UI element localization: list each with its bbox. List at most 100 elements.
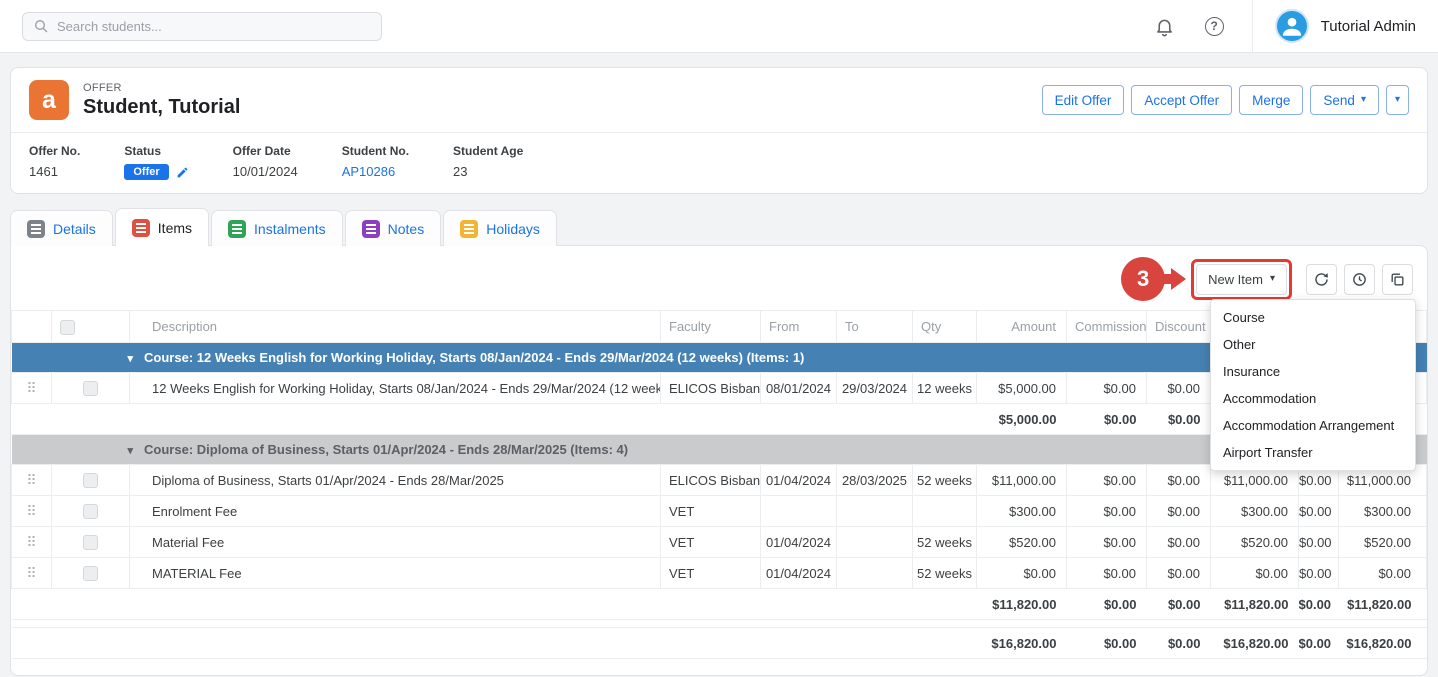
notifications-button[interactable] — [1150, 12, 1179, 41]
subtotal-discount: $0.00 — [1147, 589, 1211, 620]
col-amount: Amount — [977, 311, 1067, 343]
history-button[interactable] — [1344, 264, 1375, 295]
row-checkbox[interactable] — [83, 381, 98, 396]
row-checkbox[interactable] — [83, 473, 98, 488]
drag-handle-icon[interactable]: ⠿ — [26, 380, 36, 396]
subtotal-commission: $0.00 — [1067, 404, 1147, 435]
col-to: To — [837, 311, 913, 343]
table-row: ⠿ Enrolment Fee VET $300.00 $0.00 $0.00 … — [12, 496, 1427, 527]
item-amount: $5,000.00 — [977, 373, 1067, 404]
col-commission: Commission — [1067, 311, 1147, 343]
student-number-link[interactable]: AP10286 — [342, 164, 396, 179]
item-commission: $0.00 — [1067, 373, 1147, 404]
refresh-icon — [1313, 271, 1330, 288]
refresh-button[interactable] — [1306, 264, 1337, 295]
grand-total-net: $16,820.00 — [1211, 628, 1299, 659]
tab-instalments[interactable]: Instalments — [211, 210, 343, 246]
item-commission: $0.00 — [1067, 465, 1147, 496]
accept-offer-button[interactable]: Accept Offer — [1131, 85, 1232, 115]
chevron-down-icon: ▾ — [1361, 95, 1366, 105]
grand-total-discount: $0.00 — [1147, 628, 1211, 659]
annotation-arrow — [1163, 274, 1171, 284]
tab-details-label: Details — [53, 221, 96, 237]
search-icon — [33, 18, 49, 34]
search-input[interactable] — [57, 19, 371, 34]
more-actions-button[interactable]: ▾ — [1386, 85, 1409, 115]
item-description: 12 Weeks English for Working Holiday, St… — [130, 373, 661, 404]
offer-kicker: OFFER — [83, 82, 240, 94]
item-faculty: ELICOS Bisbane — [661, 465, 761, 496]
select-all-checkbox[interactable] — [60, 320, 75, 335]
collapse-group-icon[interactable]: ▾ — [128, 445, 134, 457]
tab-instalments-label: Instalments — [254, 221, 326, 237]
row-checkbox[interactable] — [83, 566, 98, 581]
menu-item-accommodation-arrangement[interactable]: Accommodation Arrangement — [1211, 412, 1415, 439]
item-discount: $0.00 — [1147, 558, 1211, 589]
item-commission: $0.00 — [1067, 496, 1147, 527]
notes-icon — [362, 220, 380, 238]
menu-item-accommodation[interactable]: Accommodation — [1211, 385, 1415, 412]
spacer — [12, 620, 1427, 628]
item-faculty: VET — [661, 527, 761, 558]
menu-item-course[interactable]: Course — [1211, 304, 1415, 331]
drag-handle-icon[interactable]: ⠿ — [26, 503, 36, 519]
subtotal-total: $11,820.00 — [1339, 589, 1427, 620]
item-from-date: 08/01/2024 — [761, 373, 837, 404]
chevron-down-icon: ▾ — [1395, 95, 1400, 105]
drag-handle-icon[interactable]: ⠿ — [26, 472, 36, 488]
item-description: Diploma of Business, Starts 01/Apr/2024 … — [130, 465, 661, 496]
item-to-date: 28/03/2025 — [837, 465, 913, 496]
item-gst: $0.00 — [1299, 496, 1339, 527]
edit-offer-button[interactable]: Edit Offer — [1042, 85, 1125, 115]
annotation-step-3: 3 — [1121, 257, 1186, 301]
tab-holidays[interactable]: Holidays — [443, 210, 557, 246]
grand-total-row: $16,820.00 $0.00 $0.00 $16,820.00 $0.00 … — [12, 628, 1427, 659]
offer-title: Student, Tutorial — [83, 96, 240, 119]
grand-total-gst: $0.00 — [1299, 628, 1339, 659]
tab-items-label: Items — [158, 220, 192, 236]
row-checkbox[interactable] — [83, 504, 98, 519]
menu-item-other[interactable]: Other — [1211, 331, 1415, 358]
topbar-divider — [1252, 0, 1253, 53]
col-faculty: Faculty — [661, 311, 761, 343]
item-from-date: 01/04/2024 — [761, 527, 837, 558]
tab-notes[interactable]: Notes — [345, 210, 442, 246]
drag-handle-icon[interactable]: ⠿ — [26, 534, 36, 550]
item-gst: $0.00 — [1299, 527, 1339, 558]
avatar[interactable] — [1275, 9, 1309, 43]
col-drag — [12, 311, 52, 343]
app-logo-icon: a — [29, 80, 69, 120]
search-box[interactable] — [22, 12, 382, 41]
item-from-date: 01/04/2024 — [761, 558, 837, 589]
item-description: Enrolment Fee — [130, 496, 661, 527]
grand-total-amount: $16,820.00 — [977, 628, 1067, 659]
item-description: Material Fee — [130, 527, 661, 558]
student-number-label: Student No. — [342, 144, 409, 158]
item-discount: $0.00 — [1147, 496, 1211, 527]
menu-item-insurance[interactable]: Insurance — [1211, 358, 1415, 385]
new-item-button[interactable]: New Item ▾ — [1196, 264, 1287, 295]
collapse-group-icon[interactable]: ▾ — [128, 353, 134, 365]
send-button-label: Send — [1323, 93, 1355, 108]
annotation-step-number: 3 — [1121, 257, 1165, 301]
group-header-text: Course: Diploma of Business, Starts 01/A… — [144, 442, 628, 457]
tab-items[interactable]: Items — [115, 208, 209, 246]
item-to-date: 29/03/2024 — [837, 373, 913, 404]
send-button[interactable]: Send ▾ — [1310, 85, 1379, 115]
item-to-date — [837, 558, 913, 589]
student-age-value: 23 — [453, 164, 523, 179]
menu-item-airport-transfer[interactable]: Airport Transfer — [1211, 439, 1415, 466]
merge-button[interactable]: Merge — [1239, 85, 1303, 115]
drag-handle-icon[interactable]: ⠿ — [26, 565, 36, 581]
tab-details[interactable]: Details — [10, 210, 113, 246]
subtotal-net: $11,820.00 — [1211, 589, 1299, 620]
item-qty — [913, 496, 977, 527]
bell-icon — [1154, 16, 1175, 37]
group-subtotal-row: $11,820.00 $0.00 $0.00 $11,820.00 $0.00 … — [12, 589, 1427, 620]
table-row: ⠿ MATERIAL Fee VET 01/04/2024 52 weeks $… — [12, 558, 1427, 589]
copy-button[interactable] — [1382, 264, 1413, 295]
help-button[interactable]: ? — [1201, 13, 1228, 40]
student-number-field: Student No. AP10286 — [342, 144, 409, 180]
edit-status-icon[interactable] — [176, 166, 189, 179]
row-checkbox[interactable] — [83, 535, 98, 550]
